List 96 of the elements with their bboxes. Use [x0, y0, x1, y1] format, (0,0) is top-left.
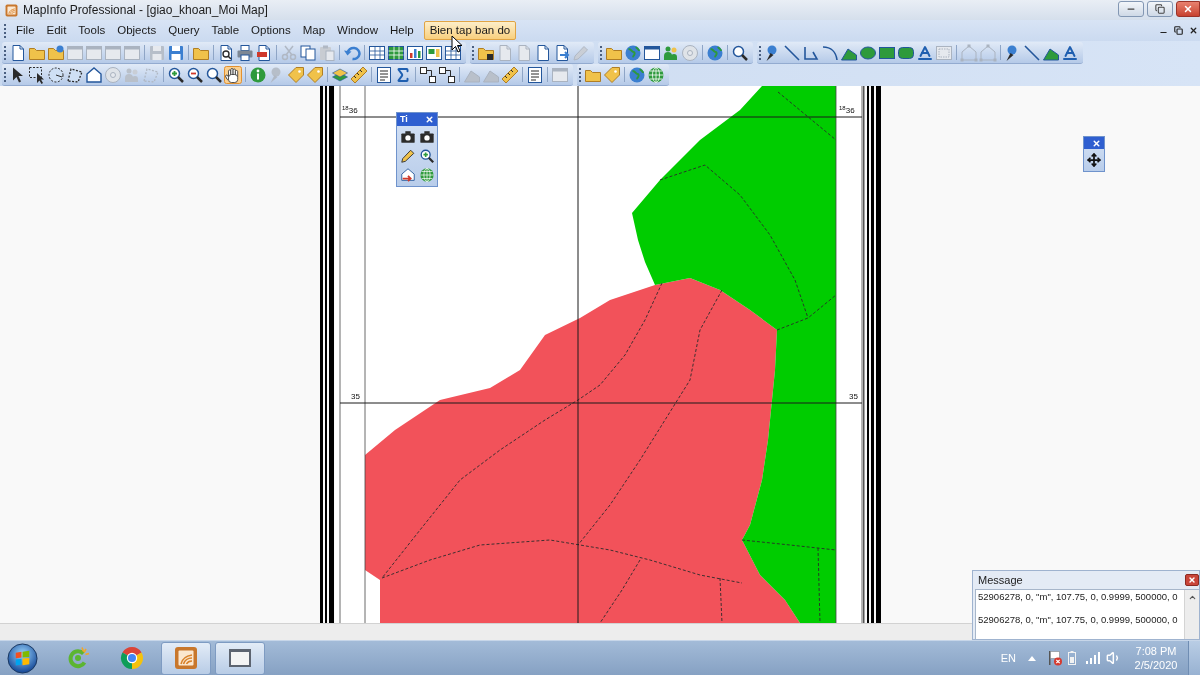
magnifier-icon[interactable]	[731, 43, 749, 62]
window-title: MapInfo Professional - [giao_khoan_Moi Map]	[23, 4, 268, 16]
line-icon[interactable]	[783, 43, 801, 62]
app-logo-icon	[5, 3, 18, 17]
message-line: 52906278, 0, "m", 107.75, 0, 0.9999, 500000, 0	[978, 614, 1179, 626]
camera-icon[interactable]	[418, 129, 435, 145]
minimize-button[interactable]	[1118, 1, 1144, 17]
zoom-in-icon[interactable]	[167, 65, 185, 84]
dashed-polygon-icon[interactable]	[66, 65, 84, 84]
menu-item[interactable]: Options	[245, 21, 297, 40]
restore-icon[interactable]	[1174, 26, 1183, 35]
house-icon[interactable]	[85, 65, 103, 84]
document-icon[interactable]	[9, 43, 27, 62]
close-button[interactable]	[1176, 1, 1200, 17]
taskbar-button[interactable]	[161, 641, 211, 675]
move-icon[interactable]	[1087, 153, 1101, 167]
menu-item[interactable]: Tools	[72, 21, 112, 40]
close-icon[interactable]	[1189, 26, 1198, 35]
arc-icon[interactable]	[821, 43, 839, 62]
grip-icon[interactable]	[4, 67, 7, 82]
pencil-icon[interactable]	[400, 148, 416, 164]
tag-icon[interactable]	[603, 65, 621, 84]
letter-a-icon[interactable]	[1061, 43, 1079, 62]
grid-label: 35	[849, 393, 858, 401]
grip-icon[interactable]	[4, 45, 7, 60]
table-icon[interactable]	[368, 43, 386, 62]
house-arrow-icon[interactable]	[400, 167, 416, 183]
letter-a-icon[interactable]	[916, 43, 934, 62]
magnifier-icon[interactable]	[205, 65, 223, 84]
document-icon[interactable]	[255, 43, 273, 62]
app-logo-icon	[174, 646, 198, 670]
menu-item[interactable]: Map	[296, 21, 332, 40]
window-icon	[228, 646, 252, 670]
menu-item[interactable]: Objects	[111, 21, 163, 40]
tag-icon[interactable]	[287, 65, 305, 84]
nodes-icon[interactable]	[438, 65, 456, 84]
menu-item[interactable]: Table	[205, 21, 246, 40]
list-icon[interactable]	[526, 65, 544, 84]
palette-title: Ti	[400, 115, 408, 124]
globe-icon[interactable]	[628, 65, 646, 84]
grip-icon[interactable]	[759, 45, 762, 60]
grip-icon[interactable]	[600, 45, 603, 60]
nodes-icon[interactable]	[419, 65, 437, 84]
folder-dot-icon[interactable]	[47, 43, 65, 62]
ring-logo-icon	[120, 646, 144, 670]
grip-icon[interactable]	[579, 67, 582, 82]
list-icon[interactable]	[375, 65, 393, 84]
document-magnifier-icon[interactable]	[217, 43, 235, 62]
scrollbar[interactable]	[1184, 590, 1199, 639]
camera-icon[interactable]	[400, 129, 416, 145]
message-line: 52906278, 0, "m", 107.75, 0, 0.9999, 500000, 0	[978, 591, 1179, 603]
globe-icon[interactable]	[706, 43, 724, 62]
flag-icon[interactable]	[1048, 650, 1062, 666]
scroll-up-icon[interactable]	[1187, 593, 1197, 602]
close-icon[interactable]	[1092, 138, 1101, 148]
document-arrow-icon[interactable]	[553, 43, 571, 62]
close-icon	[1188, 576, 1196, 584]
zoom-in-icon[interactable]	[418, 148, 435, 164]
close-button[interactable]	[1185, 574, 1199, 586]
boundary-line	[777, 91, 837, 141]
info-icon[interactable]	[249, 65, 267, 84]
menu-item[interactable]: Query	[162, 21, 206, 40]
layout-icon[interactable]	[425, 43, 443, 62]
hand-icon[interactable]	[224, 65, 242, 84]
menu-item[interactable]: File	[10, 21, 41, 40]
start-orb-icon[interactable]	[7, 642, 38, 674]
window-title: Message	[978, 574, 1023, 586]
restore-button[interactable]	[1147, 1, 1173, 17]
menu-item[interactable]: Bien tap ban do	[423, 21, 517, 40]
globe-icon[interactable]	[624, 43, 642, 62]
document-icon[interactable]	[534, 43, 552, 62]
menu-item[interactable]: Window	[331, 21, 384, 40]
ruler-icon[interactable]	[501, 65, 519, 84]
dashed-box-pointer-icon[interactable]	[28, 65, 46, 84]
menu-item[interactable]: Help	[383, 21, 420, 40]
grid-label: $^{18}$36	[839, 107, 855, 115]
zoom-out-icon[interactable]	[186, 65, 204, 84]
grid-label: $^{18}$36	[342, 107, 358, 115]
restore-icon	[1155, 4, 1165, 14]
grid-icon[interactable]	[387, 43, 405, 62]
close-icon	[1183, 4, 1193, 14]
line-icon[interactable]	[1023, 43, 1041, 62]
mouse-cursor-icon	[451, 35, 463, 53]
menu-item[interactable]: Edit	[40, 21, 73, 40]
printer-icon[interactable]	[236, 43, 254, 62]
grid-label: 35	[351, 393, 360, 401]
swirl-logo-icon	[66, 646, 90, 670]
copy-icon[interactable]	[299, 43, 317, 62]
tag-icon[interactable]	[306, 65, 324, 84]
ellipse-icon[interactable]	[859, 43, 877, 62]
dashed-circle-icon[interactable]	[47, 65, 65, 84]
grip-icon[interactable]	[4, 23, 7, 38]
grip-icon[interactable]	[472, 45, 475, 60]
taskbar-button[interactable]	[215, 641, 265, 675]
bar-chart-icon[interactable]	[406, 43, 424, 62]
window-icon[interactable]	[643, 43, 661, 62]
